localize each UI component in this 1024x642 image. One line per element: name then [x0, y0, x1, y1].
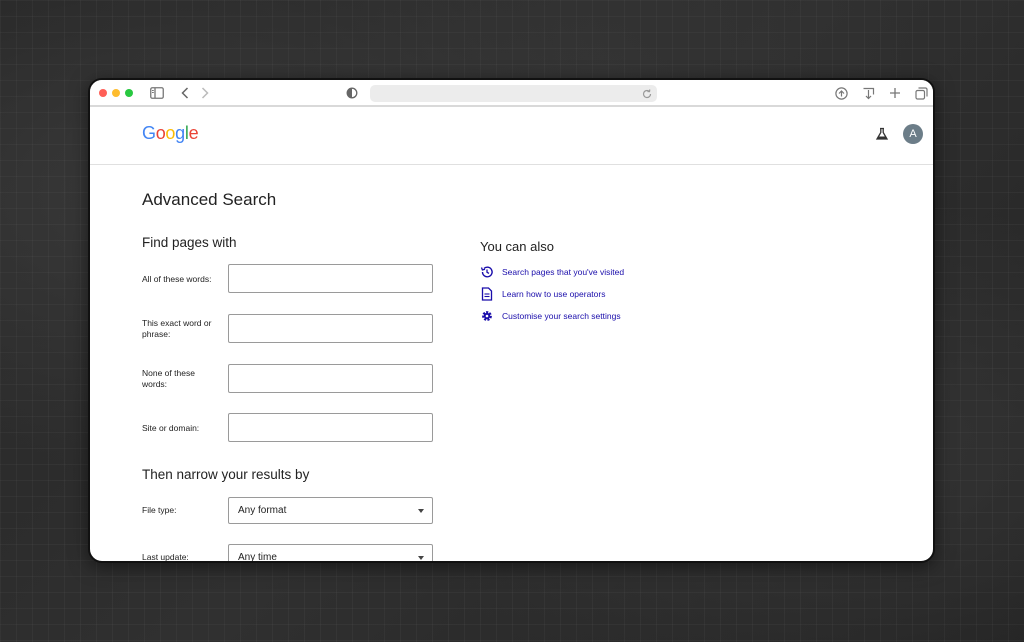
labs-flask-icon[interactable] — [875, 127, 889, 141]
last-update-value: Any time — [238, 552, 277, 563]
maximize-window-button[interactable] — [125, 89, 133, 97]
address-bar[interactable] — [370, 85, 657, 102]
visited-pages-link-label: Search pages that you've visited — [502, 267, 625, 277]
logo-letter: o — [155, 123, 166, 143]
download-icon[interactable] — [861, 86, 875, 100]
google-header: Google A — [90, 107, 933, 165]
minimize-window-button[interactable] — [112, 89, 120, 97]
logo-letter: g — [175, 123, 185, 143]
none-words-input[interactable] — [228, 364, 433, 393]
last-update-select[interactable]: Any time — [228, 544, 433, 563]
narrow-results-heading: Then narrow your results by — [142, 467, 310, 482]
file-type-value: Any format — [238, 505, 287, 516]
avatar[interactable]: A — [903, 124, 923, 144]
new-tab-icon[interactable] — [888, 86, 902, 100]
last-update-label: Last update: — [142, 552, 189, 562]
operators-link-label: Learn how to use operators — [502, 289, 606, 299]
file-type-select[interactable]: Any format — [228, 497, 433, 524]
you-can-also-heading: You can also — [480, 239, 554, 254]
page-title: Advanced Search — [142, 190, 277, 209]
advanced-search-content: Advanced Search Find pages with All of t… — [90, 165, 933, 563]
exact-phrase-label: This exact word or phrase: — [142, 318, 212, 339]
search-settings-link[interactable]: Customise your search settings — [480, 309, 621, 323]
site-domain-label: Site or domain: — [142, 423, 200, 433]
exact-phrase-input[interactable] — [228, 314, 433, 343]
reload-icon[interactable] — [641, 87, 653, 99]
all-words-label: All of these words: — [142, 274, 212, 284]
browser-toolbar — [90, 80, 933, 107]
gear-icon — [480, 309, 494, 323]
find-pages-heading: Find pages with — [142, 235, 237, 250]
browser-window: Google A Advanced Search Find pages with… — [88, 78, 935, 563]
search-settings-link-label: Customise your search settings — [502, 311, 621, 321]
share-icon[interactable] — [834, 86, 848, 100]
visited-pages-link[interactable]: Search pages that you've visited — [480, 265, 624, 279]
privacy-shield-icon[interactable] — [345, 86, 359, 100]
google-logo[interactable]: Google — [142, 123, 199, 144]
document-icon — [480, 287, 494, 301]
none-words-label: None of these words: — [142, 368, 195, 389]
logo-letter: e — [188, 123, 199, 143]
chevron-down-icon — [418, 556, 424, 560]
close-window-button[interactable] — [99, 89, 107, 97]
sidebar-icon[interactable] — [150, 86, 164, 100]
file-type-label: File type: — [142, 505, 177, 515]
logo-letter: G — [142, 123, 156, 143]
history-icon — [480, 265, 494, 279]
chevron-down-icon — [418, 509, 424, 513]
tab-overview-icon[interactable] — [914, 86, 928, 100]
forward-icon[interactable] — [198, 86, 212, 100]
back-icon[interactable] — [178, 86, 192, 100]
site-domain-input[interactable] — [228, 413, 433, 442]
operators-link[interactable]: Learn how to use operators — [480, 287, 605, 301]
logo-letter: o — [165, 123, 176, 143]
all-words-input[interactable] — [228, 264, 433, 293]
window-controls — [99, 89, 133, 97]
